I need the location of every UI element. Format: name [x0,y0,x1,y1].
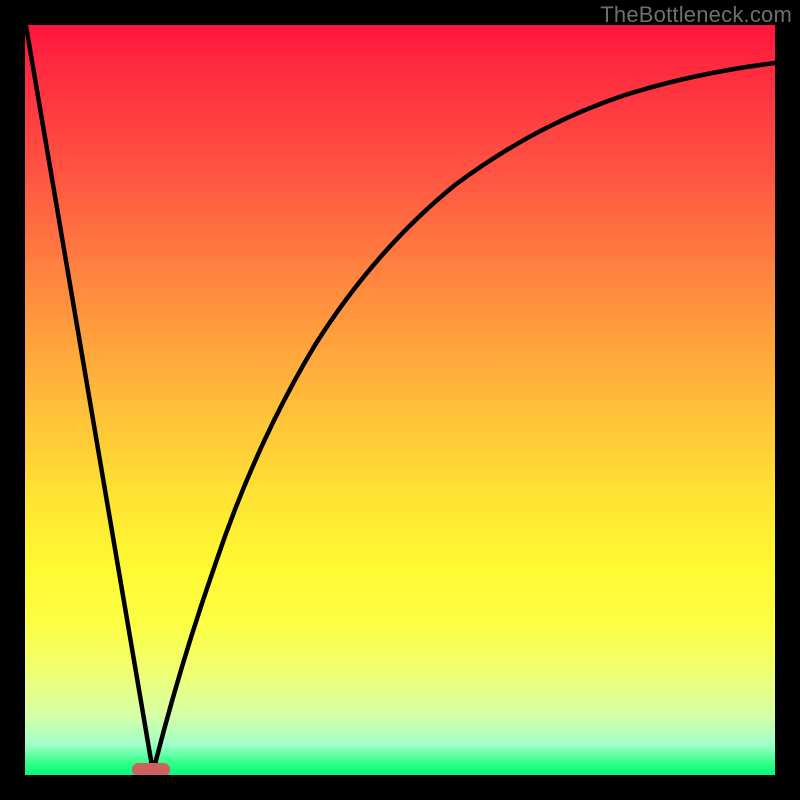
curve-overlay [25,25,775,775]
left-line [25,25,153,772]
plot-area [25,25,775,775]
right-curve [153,63,775,772]
chart-canvas: TheBottleneck.com [0,0,800,800]
watermark-text: TheBottleneck.com [600,2,792,28]
optimum-marker [132,763,170,775]
